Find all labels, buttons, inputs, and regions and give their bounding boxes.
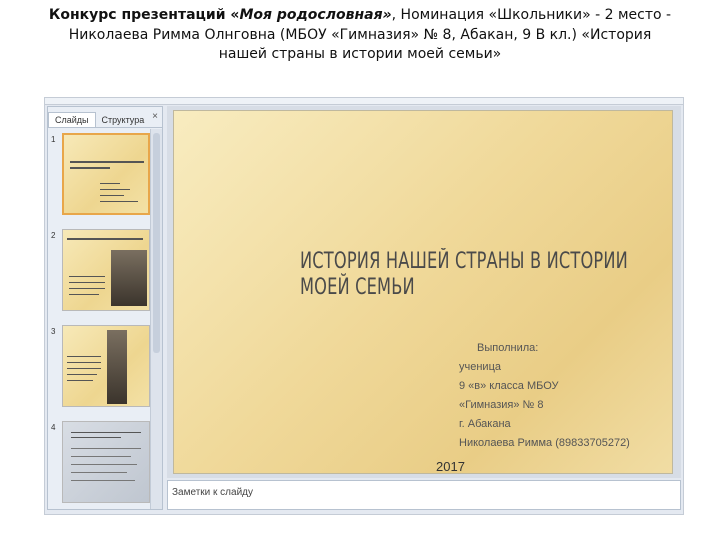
thumbnail-number: 1	[51, 135, 56, 144]
thumb-text-line	[69, 288, 105, 289]
ribbon-strip	[45, 98, 683, 105]
slide-thumbnail-4[interactable]	[62, 421, 150, 503]
thumb-text-line	[100, 195, 124, 196]
header-line-1: Конкурс презентаций «Моя родословная», Н…	[10, 6, 710, 26]
slide-body-line: г. Абакана	[459, 418, 511, 430]
thumb-text-line	[67, 368, 101, 369]
thumb-text-line	[100, 201, 138, 202]
thumb-text-line	[71, 432, 141, 433]
panel-tabs: Слайды Структура ×	[48, 107, 162, 128]
thumb-photo	[111, 250, 147, 306]
slide-title[interactable]: История нашей страны в истории моей семь…	[300, 249, 672, 301]
slide-body-line: 9 «в» класса МБОУ	[459, 380, 559, 392]
thumb-text-line	[67, 356, 101, 357]
slides-panel: Слайды Структура × 1 2 3 4	[47, 106, 163, 510]
page-header: Конкурс презентаций «Моя родословная», Н…	[10, 6, 710, 65]
close-panel-icon[interactable]: ×	[152, 111, 158, 122]
slide-thumbnail-2[interactable]	[62, 229, 150, 311]
thumb-text-line	[67, 374, 97, 375]
thumbnail-scrollbar[interactable]	[150, 129, 162, 509]
slide-year: 2017	[436, 459, 465, 474]
thumbnail-row: 3	[48, 325, 152, 409]
thumbnail-number: 4	[51, 423, 56, 432]
thumb-text-line	[71, 456, 131, 457]
thumb-title-line	[70, 167, 110, 169]
slide-body-line: Николаева Римма (89833705272)	[459, 437, 630, 449]
presentation-editor-window: Слайды Структура × 1 2 3 4 ИСТОРИЯ НАШЕЙ…	[44, 97, 684, 515]
thumbnail-row: 2	[48, 229, 152, 313]
thumbnail-number: 3	[51, 327, 56, 336]
thumb-text-line	[71, 448, 141, 449]
slide-body-line: «Гимназия» № 8	[459, 399, 544, 411]
header-line-3: нашей страны в истории моей семьи»	[218, 46, 502, 62]
slide-body[interactable]: Выполнила: ученица 9 «в» класса МБОУ «Ги…	[459, 339, 630, 453]
header-rest-text: , Номинация «Школьники» - 2 место -	[391, 7, 672, 23]
thumb-text-line	[69, 294, 99, 295]
header-italic-text: Моя родословная»	[239, 7, 392, 23]
slide-editing-area: История нашей страны в истории моей семь…	[167, 106, 681, 478]
scrollbar-thumb[interactable]	[153, 133, 160, 353]
thumb-text-line	[100, 183, 120, 184]
thumb-text-line	[100, 189, 130, 190]
tab-outline[interactable]: Структура	[96, 113, 151, 127]
thumb-text-line	[71, 472, 127, 473]
thumb-text-line	[71, 464, 137, 465]
thumb-text-line	[67, 380, 93, 381]
slide-thumbnail-1[interactable]	[62, 133, 150, 215]
thumbnail-number: 2	[51, 231, 56, 240]
thumb-text-line	[69, 276, 105, 277]
tab-slides[interactable]: Слайды	[48, 112, 96, 127]
thumb-text-line	[67, 362, 101, 363]
slide-body-line: ученица	[459, 361, 501, 373]
current-slide[interactable]: История нашей страны в истории моей семь…	[173, 110, 673, 474]
thumb-text-line	[69, 282, 105, 283]
header-bold-text: Конкурс презентаций «	[48, 7, 240, 23]
slide-thumbnail-3[interactable]	[62, 325, 150, 407]
header-line-2: Николаева Римма Олнговна (МБОУ «Гимназия…	[68, 26, 652, 43]
thumb-text-line	[71, 480, 135, 481]
thumbnail-row: 4	[48, 421, 152, 505]
notes-pane[interactable]: Заметки к слайду	[167, 480, 681, 510]
slide-body-line: Выполнила:	[477, 342, 539, 354]
notes-placeholder: Заметки к слайду	[172, 487, 253, 498]
thumbnail-row: 1	[48, 133, 152, 217]
thumb-title-line	[67, 238, 143, 240]
thumb-photo	[107, 330, 127, 404]
thumbnail-list: 1 2 3 4	[48, 129, 152, 509]
thumb-text-line	[71, 437, 121, 438]
thumb-title-line	[70, 161, 144, 163]
